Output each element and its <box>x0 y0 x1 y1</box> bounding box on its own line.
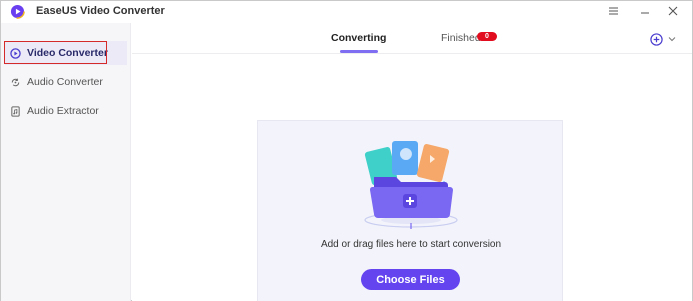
sidebar-item-label: Audio Extractor <box>27 105 99 117</box>
tab-bar: Converting Finished 0 <box>132 23 692 54</box>
file-drop-zone[interactable]: Add or drag files here to start conversi… <box>257 120 563 301</box>
title-bar: EaseUS Video Converter <box>1 1 692 23</box>
audio-refresh-icon <box>9 76 21 88</box>
choose-files-button[interactable]: Choose Files <box>361 269 460 290</box>
add-circle-icon[interactable] <box>650 32 663 46</box>
drop-instructions: Add or drag files here to start conversi… <box>320 239 502 250</box>
selection-highlight <box>4 41 107 64</box>
minimize-icon[interactable] <box>636 3 654 19</box>
app-window: EaseUS Video Converter Video Converter A… <box>0 0 693 301</box>
audio-file-icon <box>9 105 21 117</box>
sidebar-item-audio-converter[interactable]: Audio Converter <box>5 70 127 94</box>
chevron-down-icon[interactable] <box>668 36 676 42</box>
app-logo-icon <box>10 4 25 19</box>
app-title: EaseUS Video Converter <box>36 5 165 17</box>
folder-files-illustration-icon <box>364 141 458 229</box>
sidebar: Video Converter Audio Converter Audio Ex… <box>1 23 131 301</box>
hamburger-icon[interactable] <box>604 3 622 19</box>
add-menu[interactable] <box>650 31 684 47</box>
active-tab-indicator <box>340 50 378 53</box>
main-area: Add or drag files here to start conversi… <box>132 54 692 301</box>
sidebar-item-audio-extractor[interactable]: Audio Extractor <box>5 99 127 123</box>
close-icon[interactable] <box>664 3 682 19</box>
tab-converting[interactable]: Converting <box>331 32 386 44</box>
finished-count-badge: 0 <box>477 32 497 41</box>
tab-finished[interactable]: Finished <box>441 32 481 44</box>
sidebar-item-label: Audio Converter <box>27 76 103 88</box>
